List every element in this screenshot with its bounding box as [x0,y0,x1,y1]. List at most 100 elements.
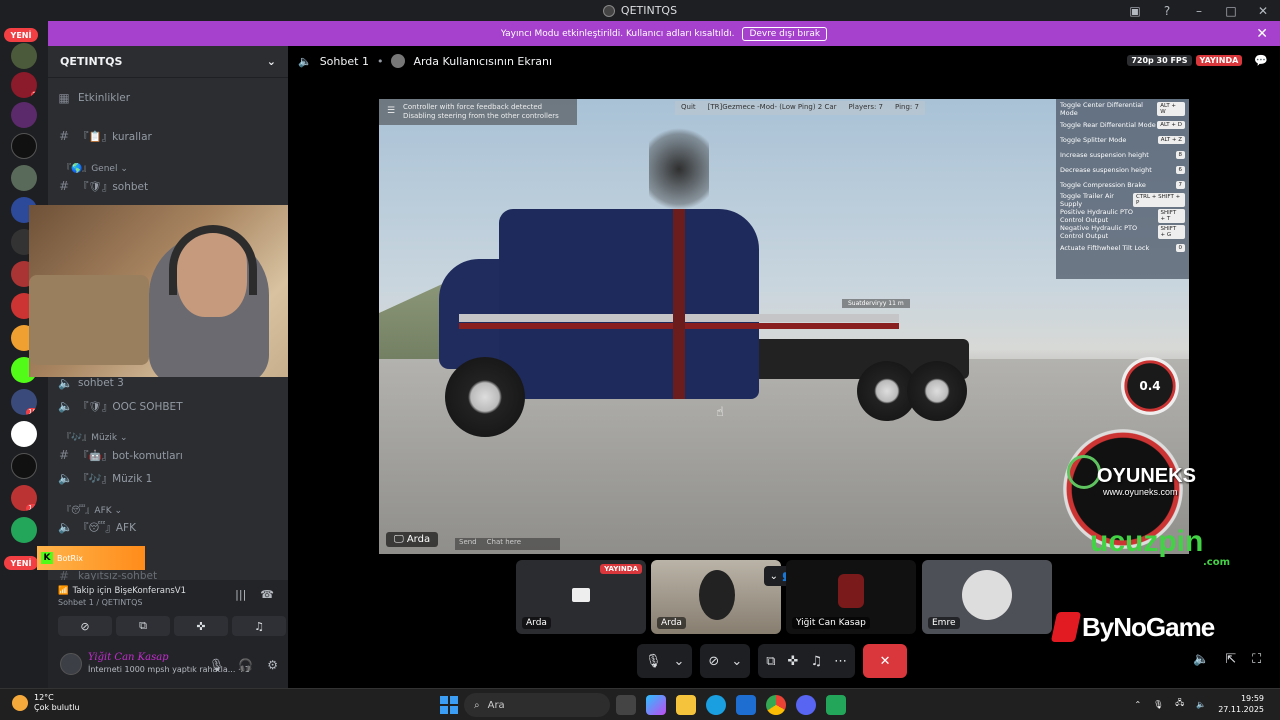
soundboard-icon[interactable]: ♫ [810,654,822,669]
task-view-icon[interactable] [616,695,636,715]
channel-chat[interactable]: # 『🛡』sohbet [58,176,278,196]
soundboard-button[interactable]: ♫ [232,616,286,636]
server-icon[interactable] [11,517,37,543]
stream-quality-badge: 720p 30 FPS [1127,55,1192,66]
start-button[interactable] [440,696,458,714]
separator: • [376,54,384,68]
channel-label: 『😴』AFK [78,521,136,534]
category-music[interactable]: 『🎶』Müzik ⌄ [62,430,128,443]
channel-afk[interactable]: 🔈 『😴』AFK [58,517,278,537]
discord-icon[interactable] [796,695,816,715]
store-icon[interactable] [736,695,756,715]
stage-view-controls: 🔈 ⇱ ⛶ [1193,652,1261,667]
chrome-icon[interactable] [766,695,786,715]
weather-widget[interactable]: 12°C Çok bulutlu [12,693,80,713]
disconnect-icon[interactable]: ☎ [260,588,274,601]
server-icon[interactable]: 10 [11,389,37,415]
noise-suppression-icon[interactable]: ||| [235,588,246,601]
channel-ooc[interactable]: 🔈 『🛡』OOC SOHBET [58,396,278,416]
more-icon[interactable]: ⋯ [834,654,847,669]
minimize-button[interactable]: – [1190,4,1208,18]
chevron-down-icon[interactable]: ⌄ [731,654,742,669]
app-icon[interactable] [826,695,846,715]
events-item[interactable]: ▦ Etkinlikler [58,88,278,108]
popout-icon[interactable]: ⇱ [1225,652,1236,667]
disable-streamer-mode-button[interactable]: Devre dışı bırak [742,26,828,41]
speedometer: 0.4 [1121,357,1179,415]
call-controls: 🎙 ⌄ ⊘ ⌄ ⧉ ✜ ♫ ⋯ ✕ [637,644,908,678]
channel-bot-commands[interactable]: # 『🤖』bot-komutları [58,445,278,465]
calendar-icon: ▦ [58,91,70,105]
clock[interactable]: 19:59 27.11.2025 [1218,693,1264,715]
disconnect-button[interactable]: ✕ [863,644,908,678]
kick-logo-icon: K [41,552,53,564]
mention-badge: 10 [26,408,37,415]
camera-control[interactable]: ⊘ ⌄ [700,644,751,678]
help-icon[interactable]: ? [1158,4,1176,18]
participant-tile-yigit[interactable]: Yiğit Can Kasap [786,560,916,634]
camera-off-icon[interactable]: ⊘ [708,654,719,669]
avatar[interactable] [60,653,82,675]
close-banner-icon[interactable]: ✕ [1256,26,1268,42]
activities-button[interactable]: ✜ [174,616,228,636]
ucuzpin-com: .com [1202,557,1230,568]
speaker-icon: 🔈 [58,471,73,485]
server-icon[interactable] [11,133,37,159]
server-name-label: [TR]Gezmece -Mod- (Low Ping) 2 Car [707,103,837,111]
inbox-icon[interactable]: ▣ [1126,4,1144,18]
microphone-icon[interactable]: 🎙 [209,658,224,672]
game-chat-input[interactable]: Send Chat here [455,538,560,550]
fullscreen-icon[interactable]: ⛶ [1252,652,1261,667]
controller-note-line1: Controller with force feedback detected [403,103,543,111]
server-icon[interactable] [11,102,37,128]
server-icon[interactable]: 1 [11,72,37,98]
channel-music1[interactable]: 🔈 『🎶』Müzik 1 [58,468,278,488]
microphone-icon[interactable]: 🎙 [1153,700,1163,709]
mic-control[interactable]: 🎙 ⌄ [637,644,693,678]
participant-tile-emre[interactable]: Emre [922,560,1052,634]
file-explorer-icon[interactable] [676,695,696,715]
keybind-row: Toggle Compression Brake 7 [1060,177,1185,192]
headphones-icon[interactable]: 🎧 [238,658,253,672]
keybind-row: Decrease suspension height 6 [1060,162,1185,177]
maximize-button[interactable]: □ [1222,4,1240,18]
speaker-icon: 🔈 [58,376,73,390]
chevron-up-icon[interactable]: ⌃ [1134,700,1141,709]
server-icon[interactable] [11,453,37,479]
volume-icon[interactable]: 🔈 [1193,652,1209,667]
screen-share-button[interactable]: ⧉ [116,616,170,636]
server-icon[interactable] [11,165,37,191]
share-controls: ⧉ ✜ ♫ ⋯ [758,644,856,678]
category-general[interactable]: 『🌎』Genel ⌄ [62,161,128,174]
network-icon[interactable]: 🖧 [1175,697,1184,711]
channel-rules[interactable]: # 『📋』kurallar [58,126,278,146]
activities-icon[interactable]: ✜ [788,654,799,669]
close-window-button[interactable]: ✕ [1254,4,1272,18]
hash-icon: # [58,179,70,193]
volume-icon[interactable]: 🔈 [1196,700,1206,709]
chat-bubble-icon[interactable]: 💬 [1254,54,1268,67]
keybind-row: Toggle Rear Differential Mode ALT + D [1060,117,1185,132]
taskbar-search[interactable]: ⌕ Ara [464,693,610,717]
participant-name: Arda [522,617,551,629]
truck-exhaust-stack [673,209,685,399]
copilot-icon[interactable] [646,695,666,715]
participant-tile-stream[interactable]: YAYINDA Arda [516,560,646,634]
microphone-icon[interactable]: 🎙 [645,654,662,669]
menu-icon[interactable]: ☰ [387,107,395,116]
screen-share-icon[interactable]: ⧉ [766,654,775,669]
server-icon[interactable] [11,421,37,447]
server-header[interactable]: QETINTQS ⌄ [48,46,288,78]
hangup-icon: ✕ [879,653,891,669]
quit-button[interactable]: Quit [681,103,696,113]
camera-toggle-button[interactable]: ⊘ [58,616,112,636]
edge-icon[interactable] [706,695,726,715]
category-afk[interactable]: 『😴』AFK ⌄ [62,503,122,516]
voice-channel-link[interactable]: Sohbet 1 / QETINTQS [58,598,142,607]
chat-send-button[interactable]: Send [459,538,477,550]
server-icon[interactable] [11,43,37,69]
server-icon[interactable]: 14 [11,485,37,511]
participant-tile-arda[interactable]: Arda [651,560,781,634]
settings-gear-icon[interactable]: ⚙ [267,658,278,672]
chevron-down-icon[interactable]: ⌄ [674,654,685,669]
